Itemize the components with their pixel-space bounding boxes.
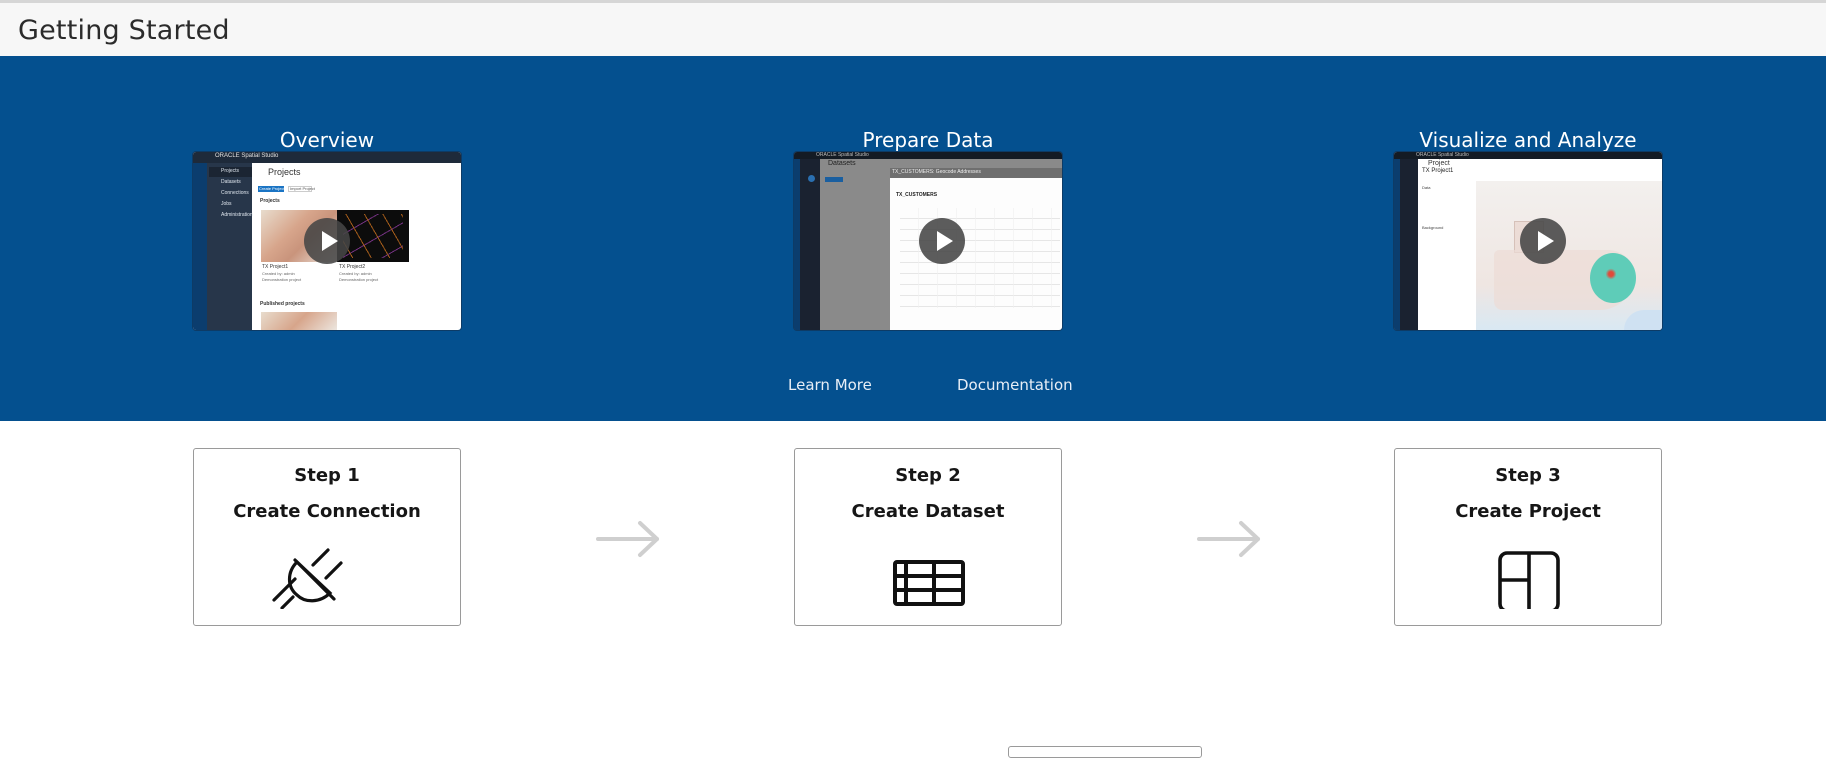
page-title: Getting Started bbox=[18, 15, 230, 46]
page-header: Getting Started bbox=[0, 3, 1826, 56]
thumb-brand: ORACLE Spatial Studio bbox=[215, 153, 279, 159]
step-title: Create Project bbox=[1455, 501, 1601, 522]
video-title: Prepare Data bbox=[862, 128, 994, 152]
documentation-link[interactable]: Documentation bbox=[957, 376, 1073, 394]
video-thumbnail-prepare-data[interactable]: ORACLE Spatial Studio Datasets TX_CUSTOM… bbox=[794, 152, 1062, 330]
step-title: Create Dataset bbox=[851, 501, 1005, 522]
arrow-right-icon bbox=[596, 521, 659, 557]
hero-links: Learn More Documentation bbox=[0, 376, 1826, 406]
table-icon bbox=[795, 539, 1061, 609]
video-thumbnail-visualize-analyze[interactable]: ORACLE Spatial Studio Project TX Project… bbox=[1394, 152, 1662, 330]
step-create-connection[interactable]: Step 1 Create Connection bbox=[193, 448, 461, 626]
learn-more-link[interactable]: Learn More bbox=[788, 376, 872, 394]
video-thumbnail-overview[interactable]: ORACLE Spatial Studio Projects Datasets … bbox=[193, 152, 461, 330]
plug-icon bbox=[194, 539, 460, 610]
step-number: Step 2 bbox=[895, 465, 961, 486]
step-number: Step 1 bbox=[294, 465, 360, 486]
play-icon[interactable] bbox=[304, 218, 350, 264]
video-prepare-data: Prepare Data ORACLE Spatial Studio Datas… bbox=[794, 128, 1062, 330]
video-title: Visualize and Analyze bbox=[1419, 128, 1637, 152]
video-title: Overview bbox=[279, 128, 375, 152]
step-number: Step 3 bbox=[1495, 465, 1561, 486]
play-icon[interactable] bbox=[919, 218, 965, 264]
hero-banner: Overview ORACLE Spatial Studio Projects … bbox=[0, 56, 1826, 421]
step-create-project[interactable]: Step 3 Create Project bbox=[1394, 448, 1662, 626]
play-icon[interactable] bbox=[1520, 218, 1566, 264]
video-overview: Overview ORACLE Spatial Studio Projects … bbox=[193, 128, 461, 330]
step-title: Create Connection bbox=[233, 501, 421, 522]
arrow-right-icon bbox=[1197, 521, 1260, 557]
partial-card bbox=[1008, 746, 1202, 758]
video-visualize-analyze: Visualize and Analyze ORACLE Spatial Stu… bbox=[1394, 128, 1662, 330]
step-create-dataset[interactable]: Step 2 Create Dataset bbox=[794, 448, 1062, 626]
layout-icon bbox=[1395, 539, 1661, 613]
